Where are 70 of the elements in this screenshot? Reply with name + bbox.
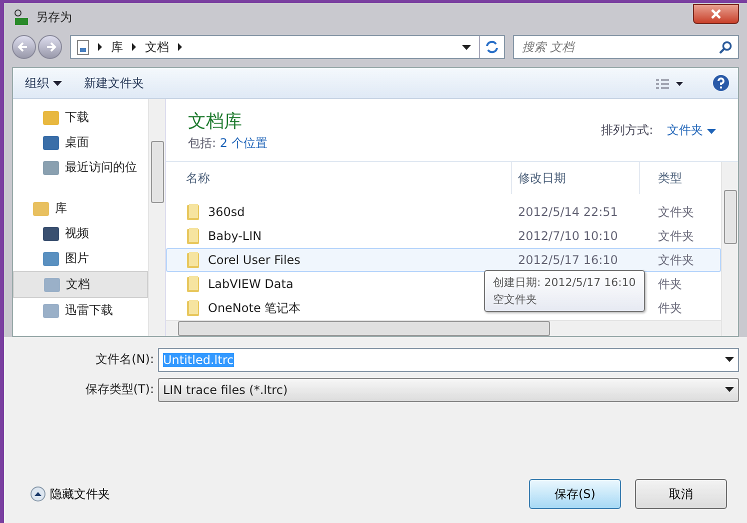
app-icon <box>12 8 30 26</box>
file-type: 文件夹 <box>658 252 694 268</box>
list-view-icon <box>656 78 684 89</box>
chevron-icon <box>177 43 183 51</box>
tooltip-text: 空文件夹 <box>493 292 538 308</box>
search-box[interactable]: 搜索 文档 <box>513 35 739 59</box>
column-header[interactable]: 名称 <box>166 162 511 194</box>
refresh-icon <box>484 40 500 54</box>
chevron-icon <box>131 43 137 51</box>
file-type: 件夹 <box>658 276 682 292</box>
dropdown-arrow-icon <box>725 387 734 392</box>
includes-label: 包括: <box>188 136 216 150</box>
new-folder-button[interactable]: 新建文件夹 <box>80 72 148 94</box>
chevron-icon <box>97 43 103 51</box>
caret-icon <box>707 128 716 134</box>
breadcrumb[interactable]: 库 <box>111 38 123 56</box>
file-name: LabVIEW Data <box>208 277 294 291</box>
file-name: OneNote 笔记本 <box>208 300 301 316</box>
scrollbar[interactable] <box>148 99 165 336</box>
column-header[interactable]: 修改日期 <box>511 162 639 194</box>
breadcrumb[interactable]: 文档 <box>145 38 169 56</box>
folder-icon <box>187 228 200 244</box>
folder-icon <box>187 204 200 220</box>
locations-link[interactable]: 2 个位置 <box>220 136 268 150</box>
nav-item[interactable]: 视频 <box>13 221 148 246</box>
file-name: Baby-LIN <box>208 229 262 243</box>
folder-icon <box>187 276 200 292</box>
caret-icon <box>52 80 62 86</box>
folder-icon <box>187 300 200 316</box>
search-icon <box>719 40 732 54</box>
file-type: 件夹 <box>658 300 682 316</box>
file-type: 文件夹 <box>658 228 694 244</box>
nav-item[interactable]: 图片 <box>13 246 148 271</box>
folder-icon <box>187 252 200 268</box>
tooltip-text: 创建日期: 2012/5/17 16:10 <box>493 275 636 291</box>
arrange-dropdown[interactable]: 文件夹 <box>667 122 716 138</box>
file-type: 文件夹 <box>658 204 694 220</box>
document-icon <box>77 40 89 54</box>
modified-date: 2012/7/10 10:10 <box>518 229 618 243</box>
nav-item[interactable]: 最近访问的位 <box>13 155 148 180</box>
filetype-dropdown[interactable]: LIN trace files (*.ltrc) <box>158 378 739 402</box>
file-name: Corel User Files <box>208 253 300 267</box>
modified-date: 2012/5/17 16:10 <box>518 253 618 267</box>
close-icon <box>710 9 722 19</box>
back-button[interactable] <box>12 35 36 59</box>
nav-item[interactable]: 库 <box>13 196 148 221</box>
scrollbar[interactable] <box>166 320 721 336</box>
close-button[interactable] <box>693 4 739 24</box>
nav-item[interactable]: 迅雷下载 <box>13 298 148 323</box>
window-title: 另存为 <box>36 8 72 26</box>
file-name: 360sd <box>208 205 245 219</box>
library-title: 文档库 <box>188 110 243 132</box>
dropdown-arrow-icon[interactable] <box>462 44 471 50</box>
dialog-button[interactable]: 取消 <box>635 479 727 509</box>
dropdown-arrow-icon <box>725 357 734 362</box>
organize-button[interactable]: 组织 <box>21 72 66 94</box>
modified-date: 2012/5/14 22:51 <box>518 205 618 219</box>
forward-button[interactable] <box>38 35 62 59</box>
nav-item[interactable]: 下载 <box>13 105 148 130</box>
arrange-label: 排列方式: <box>601 122 654 138</box>
address-bar[interactable]: 库 文档 <box>70 35 505 59</box>
scrollbar[interactable] <box>721 162 738 336</box>
filename-label: 文件名(N): <box>94 351 155 368</box>
nav-item[interactable]: 桌面 <box>13 130 148 155</box>
help-icon[interactable] <box>712 74 730 92</box>
file-row[interactable]: Corel User Files 2012/5/17 16:10 文件夹 <box>166 248 721 272</box>
filetype-label: 保存类型(T): <box>84 381 155 398</box>
nav-item[interactable]: 文档 <box>13 271 148 298</box>
dialog-button[interactable]: 保存(S) <box>529 479 621 509</box>
hide-folders-button[interactable]: 隐藏文件夹 <box>24 484 116 504</box>
